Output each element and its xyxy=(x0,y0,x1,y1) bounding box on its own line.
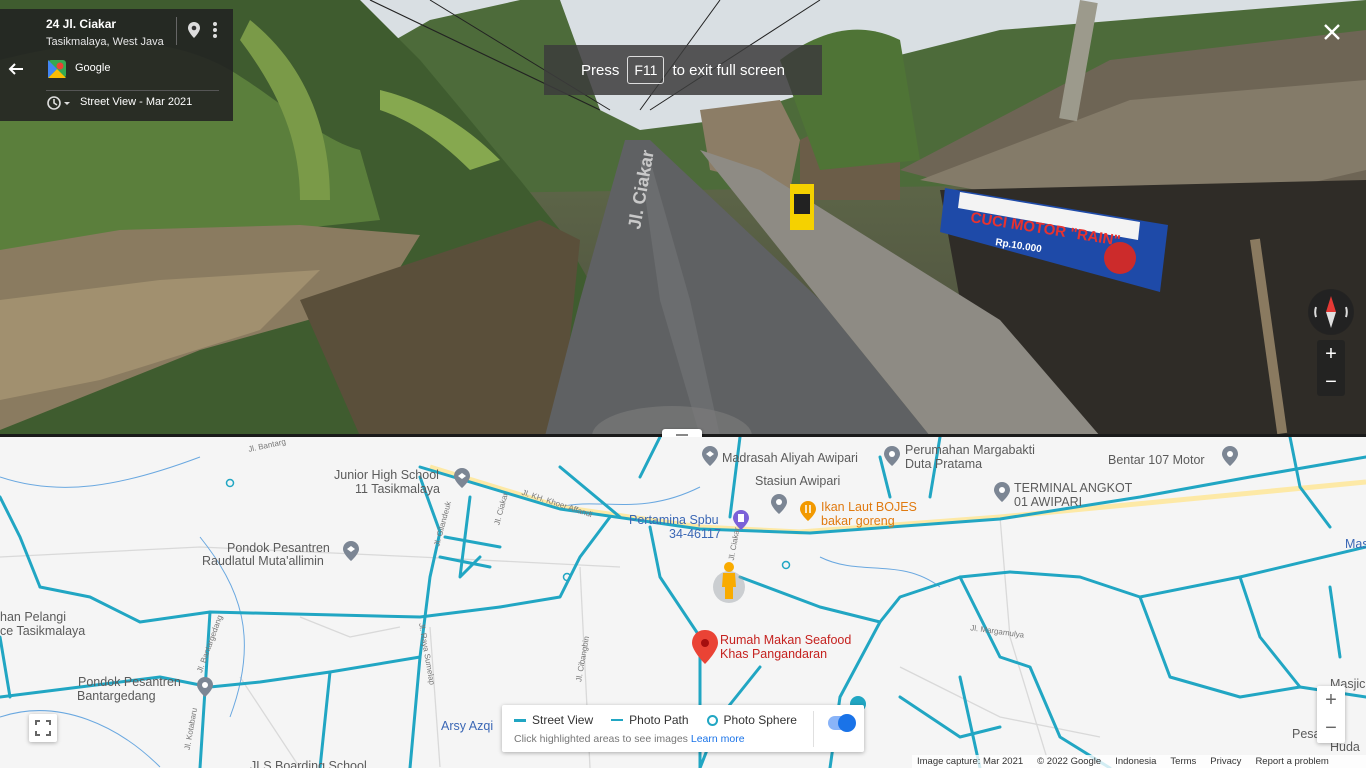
restaurant-pin-icon[interactable] xyxy=(800,501,816,521)
legend-row: Street View Photo Path Photo Sphere xyxy=(514,713,797,727)
place-pin-icon[interactable] xyxy=(994,482,1010,502)
map-label[interactable]: Pondok Pesantren xyxy=(78,675,181,689)
school-pin-icon[interactable] xyxy=(702,446,718,466)
map-pane[interactable]: Madrasah Aliyah Awipari Perumahan Margab… xyxy=(0,437,1366,768)
map-label[interactable]: TERMINAL ANGKOT xyxy=(1014,481,1132,495)
map-zoom-in-button[interactable]: + xyxy=(1317,686,1345,714)
fullscreen-suffix: to exit full screen xyxy=(672,61,785,79)
footer-capture: Image capture: Mar 2021 xyxy=(917,756,1024,767)
capture-date: Street View - Mar 2021 xyxy=(80,96,193,108)
fullscreen-press-text: Press xyxy=(581,61,620,79)
photo-sphere-swatch xyxy=(706,714,718,726)
back-arrow-icon[interactable] xyxy=(7,61,25,77)
map-label[interactable]: Duta Pratama xyxy=(905,457,982,471)
map-zoom-control: + − xyxy=(1317,686,1345,743)
divider xyxy=(813,711,814,747)
location-subtitle: Tasikmalaya, West Java xyxy=(46,36,164,48)
footer-report[interactable]: Report a problem xyxy=(1255,755,1328,768)
school-pin-icon[interactable] xyxy=(343,541,359,561)
place-pin-icon[interactable] xyxy=(1222,446,1238,466)
map-label[interactable]: Raudlatul Muta'allimin xyxy=(202,554,324,568)
street-view-swatch xyxy=(514,718,526,722)
expand-icon[interactable] xyxy=(29,714,57,742)
street-view-pane[interactable]: CUCI MOTOR "RAIN" Rp.10.000 Jl. Ciakar 2… xyxy=(0,0,1366,436)
fullscreen-banner: Press F11 to exit full screen xyxy=(544,45,822,95)
brand-label: Google xyxy=(75,62,111,74)
footer-region[interactable]: Indonesia xyxy=(1115,755,1156,768)
map-label[interactable]: Junior High School xyxy=(334,468,439,482)
map-label[interactable]: Rumah Makan Seafood xyxy=(720,633,851,647)
location-info-card: 24 Jl. Ciakar Tasikmalaya, West Java Goo… xyxy=(0,9,233,121)
google-maps-logo-icon xyxy=(48,60,66,78)
coverage-legend: Street View Photo Path Photo Sphere Clic… xyxy=(502,705,864,752)
map-label[interactable]: Bentar 107 Motor xyxy=(1108,453,1205,467)
photo-path-swatch xyxy=(611,719,624,721)
street-view-zoom-control: + − xyxy=(1317,340,1345,396)
coverage-toggle[interactable] xyxy=(828,714,856,732)
map-label[interactable]: han Pelangi xyxy=(0,610,66,624)
zoom-in-button[interactable]: + xyxy=(1317,340,1345,368)
map-label[interactable]: Arsy Azqi xyxy=(441,719,493,733)
school-pin-icon[interactable] xyxy=(454,468,470,488)
compass-icon[interactable] xyxy=(1308,289,1354,335)
map-label[interactable]: Ikan Laut BOJES xyxy=(821,500,917,514)
legend-hint-text: Click highlighted areas to see images xyxy=(514,733,688,745)
legend-photo-path: Photo Path xyxy=(629,713,689,727)
map-label[interactable]: Madrasah Aliyah Awipari xyxy=(722,451,858,465)
learn-more-link[interactable]: Learn more xyxy=(691,733,745,745)
map-label[interactable]: Khas Pangandaran xyxy=(720,647,827,661)
close-icon[interactable] xyxy=(1321,21,1343,43)
place-pin-icon[interactable] xyxy=(884,446,900,466)
map-label[interactable]: Perumahan Margabakti xyxy=(905,443,1035,457)
map-label[interactable]: Pondok Pesantren xyxy=(227,541,330,555)
more-vert-icon[interactable] xyxy=(210,21,220,39)
app-root: CUCI MOTOR "RAIN" Rp.10.000 Jl. Ciakar 2… xyxy=(0,0,1366,768)
map-label[interactable]: Stasiun Awipari xyxy=(755,474,840,488)
map-label[interactable]: bakar goreng xyxy=(821,514,895,528)
map-label[interactable]: ce Tasikmalaya xyxy=(0,624,85,638)
legend-street-view: Street View xyxy=(532,713,594,727)
map-label[interactable]: Pertamina Spbu xyxy=(629,513,719,527)
legend-hint: Click highlighted areas to see images Le… xyxy=(514,733,745,745)
map-label[interactable]: 11 Tasikmalaya xyxy=(355,482,440,496)
location-pin-icon[interactable] xyxy=(187,21,201,39)
map-label[interactable]: JLS Boarding School xyxy=(250,759,367,768)
legend-photo-sphere: Photo Sphere xyxy=(723,713,797,727)
footer-terms[interactable]: Terms xyxy=(1170,755,1196,768)
location-title: 24 Jl. Ciakar xyxy=(46,17,117,31)
place-pin-icon[interactable] xyxy=(771,494,787,514)
map-label[interactable]: Bantargedang xyxy=(77,689,156,703)
footer-copyright: © 2022 Google xyxy=(1037,756,1102,767)
fullscreen-key: F11 xyxy=(627,56,665,84)
map-label[interactable]: Mas xyxy=(1345,537,1366,551)
zoom-out-button[interactable]: − xyxy=(1317,368,1345,396)
divider xyxy=(46,90,219,91)
pegman-icon[interactable] xyxy=(712,559,746,601)
footer-privacy[interactable]: Privacy xyxy=(1210,755,1241,768)
map-zoom-out-button[interactable]: − xyxy=(1317,714,1345,742)
map-label[interactable]: 34-46117 xyxy=(669,527,721,541)
map-label[interactable]: 01 AWIPARI xyxy=(1014,495,1082,509)
history-icon[interactable] xyxy=(46,95,72,111)
divider xyxy=(176,17,177,45)
place-pin-icon[interactable] xyxy=(197,677,213,697)
map-footer: Image capture: Mar 2021 © 2022 Google In… xyxy=(912,755,1366,768)
